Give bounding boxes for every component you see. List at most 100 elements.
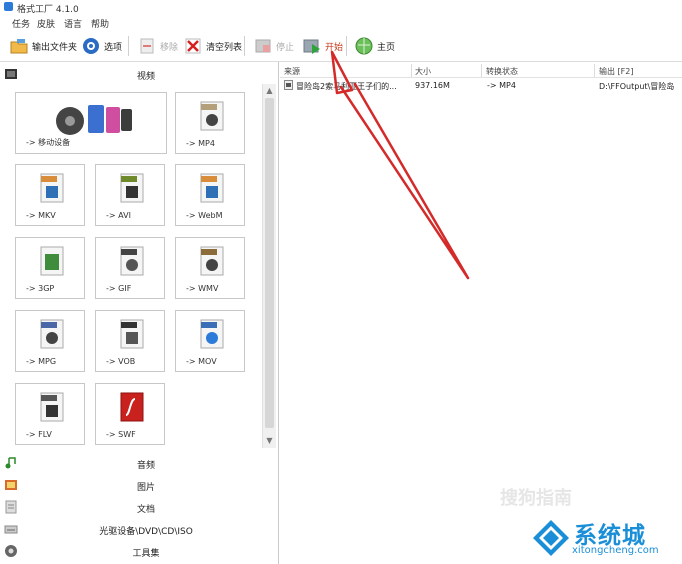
tile-label: -> MOV	[186, 357, 217, 366]
mov-file-icon	[200, 319, 224, 349]
tile-label: -> WebM	[186, 211, 223, 220]
clear-list-button[interactable]: 清空列表	[183, 35, 242, 57]
toolbar-separator	[346, 36, 347, 56]
app-icon	[4, 2, 13, 11]
toolbar-separator	[244, 36, 245, 56]
cell-output: D:\FFOutput\冒险岛	[599, 82, 675, 91]
output-folder-label: 输出文件夹	[32, 42, 78, 53]
audio-category-header[interactable]: 音频	[0, 453, 278, 473]
tile-label: -> WMV	[186, 284, 219, 293]
tile-mov[interactable]: -> MOV	[175, 310, 245, 372]
start-icon	[303, 39, 320, 54]
tile-swf[interactable]: -> SWF	[95, 383, 165, 445]
column-divider	[481, 64, 482, 77]
tile-label: -> FLV	[26, 430, 52, 439]
tile-wmv[interactable]: -> WMV	[175, 237, 245, 299]
remove-button[interactable]: 移除	[137, 35, 178, 57]
remove-icon	[140, 38, 154, 54]
brand-watermark: 系统城 xitongcheng.com	[531, 514, 681, 564]
start-button[interactable]: 开始	[302, 35, 343, 57]
clear-list-label: 清空列表	[206, 42, 243, 53]
menu-task[interactable]: 任务	[12, 17, 30, 30]
stop-icon	[255, 39, 271, 53]
tile-label: -> MKV	[26, 211, 56, 220]
column-divider	[594, 64, 595, 77]
tile-gif[interactable]: -> GIF	[95, 237, 165, 299]
remove-label: 移除	[160, 42, 179, 53]
vob-file-icon	[120, 319, 144, 349]
tiles-scrollbar[interactable]: ▲ ▼	[262, 84, 276, 448]
home-button[interactable]: 主页	[354, 35, 395, 57]
tile-mobile-device[interactable]: -> 移动设备	[15, 92, 167, 154]
menu-help[interactable]: 帮助	[91, 17, 109, 30]
col-size[interactable]: 大小	[415, 66, 431, 77]
wmv-file-icon	[200, 246, 224, 276]
col-source[interactable]: 来源	[284, 66, 300, 77]
tile-webm[interactable]: -> WebM	[175, 164, 245, 226]
brand-site: xitongcheng.com	[572, 545, 659, 556]
tile-label: -> MP4	[186, 139, 215, 148]
mp4-file-icon	[200, 101, 224, 131]
tile-avi[interactable]: -> AVI	[95, 164, 165, 226]
tile-label: -> VOB	[106, 357, 136, 366]
document-category-label: 文档	[136, 505, 155, 515]
image-category-header[interactable]: 图片	[0, 475, 278, 495]
clear-list-icon	[185, 38, 201, 54]
output-folder-button[interactable]: 输出文件夹	[9, 35, 77, 57]
column-divider	[411, 64, 412, 77]
menu-skin[interactable]: 皮肤	[37, 17, 55, 30]
stop-button[interactable]: 停止	[253, 35, 294, 57]
disc-category-label: 光驱设备\DVD\CD\ISO	[99, 527, 193, 537]
disc-category-header[interactable]: 光驱设备\DVD\CD\ISO	[0, 519, 278, 539]
tile-flv[interactable]: -> FLV	[15, 383, 85, 445]
stop-label: 停止	[276, 42, 295, 53]
mobile-devices-icon	[56, 105, 132, 135]
table-row[interactable]: 冒险岛2索马利亚王子们的... 937.16M -> MP4 D:\FFOutp…	[280, 78, 682, 92]
title-bar: 格式工厂 4.1.0	[0, 0, 682, 15]
tools-category-header[interactable]: 工具集	[0, 541, 278, 561]
tile-label: -> 移动设备	[26, 138, 71, 147]
cell-size: 937.16M	[415, 81, 450, 90]
task-table-header: 来源 大小 转换状态 输出 [F2]	[280, 64, 682, 78]
options-icon	[83, 38, 99, 54]
tile-3gp[interactable]: -> 3GP	[15, 237, 85, 299]
webm-file-icon	[200, 173, 224, 203]
flv-file-icon	[40, 392, 64, 422]
faint-watermark: 搜狗指南	[500, 488, 572, 509]
mpeg-file-icon	[40, 319, 64, 349]
scroll-up-arrow-icon[interactable]: ▲	[265, 86, 274, 95]
tile-mp4[interactable]: -> MP4	[175, 92, 245, 154]
category-panel: 视频 -> 移动设备 -> MP4 -> MKV -> AVI -> WebM …	[0, 62, 279, 564]
options-button[interactable]: 选项	[81, 35, 122, 57]
home-globe-icon	[355, 37, 373, 55]
toolbar: 输出文件夹 选项 移除 清空列表 停止 开始 主页	[0, 31, 682, 62]
tools-category-label: 工具集	[132, 549, 160, 559]
menu-bar: 任务 皮肤 语言 帮助	[0, 15, 682, 30]
menu-language[interactable]: 语言	[64, 17, 82, 30]
tile-label: -> MPG	[26, 357, 57, 366]
scroll-down-arrow-icon[interactable]: ▼	[265, 436, 274, 445]
scroll-thumb[interactable]	[265, 98, 274, 428]
tile-label: -> AVI	[106, 211, 131, 220]
gif-file-icon	[120, 246, 144, 276]
home-label: 主页	[377, 42, 396, 53]
video-file-icon	[284, 80, 293, 90]
image-category-label: 图片	[136, 483, 155, 493]
3gp-file-icon	[40, 246, 64, 276]
tile-vob[interactable]: -> VOB	[95, 310, 165, 372]
audio-category-label: 音频	[136, 461, 155, 471]
toolbar-separator	[128, 36, 129, 56]
options-label: 选项	[104, 42, 123, 53]
start-label: 开始	[325, 42, 344, 53]
col-status[interactable]: 转换状态	[486, 66, 518, 77]
video-category-header[interactable]: 视频	[0, 64, 278, 84]
document-category-header[interactable]: 文档	[0, 497, 278, 517]
tile-mpg[interactable]: -> MPG	[15, 310, 85, 372]
col-output[interactable]: 输出 [F2]	[599, 66, 633, 77]
cell-status: -> MP4	[487, 81, 516, 90]
tile-label: -> SWF	[106, 430, 136, 439]
task-list-panel: 来源 大小 转换状态 输出 [F2] 冒险岛2索马利亚王子们的... 937.1…	[280, 62, 682, 564]
swf-file-icon	[120, 392, 144, 422]
video-category-label: 视频	[136, 72, 155, 82]
tile-mkv[interactable]: -> MKV	[15, 164, 85, 226]
